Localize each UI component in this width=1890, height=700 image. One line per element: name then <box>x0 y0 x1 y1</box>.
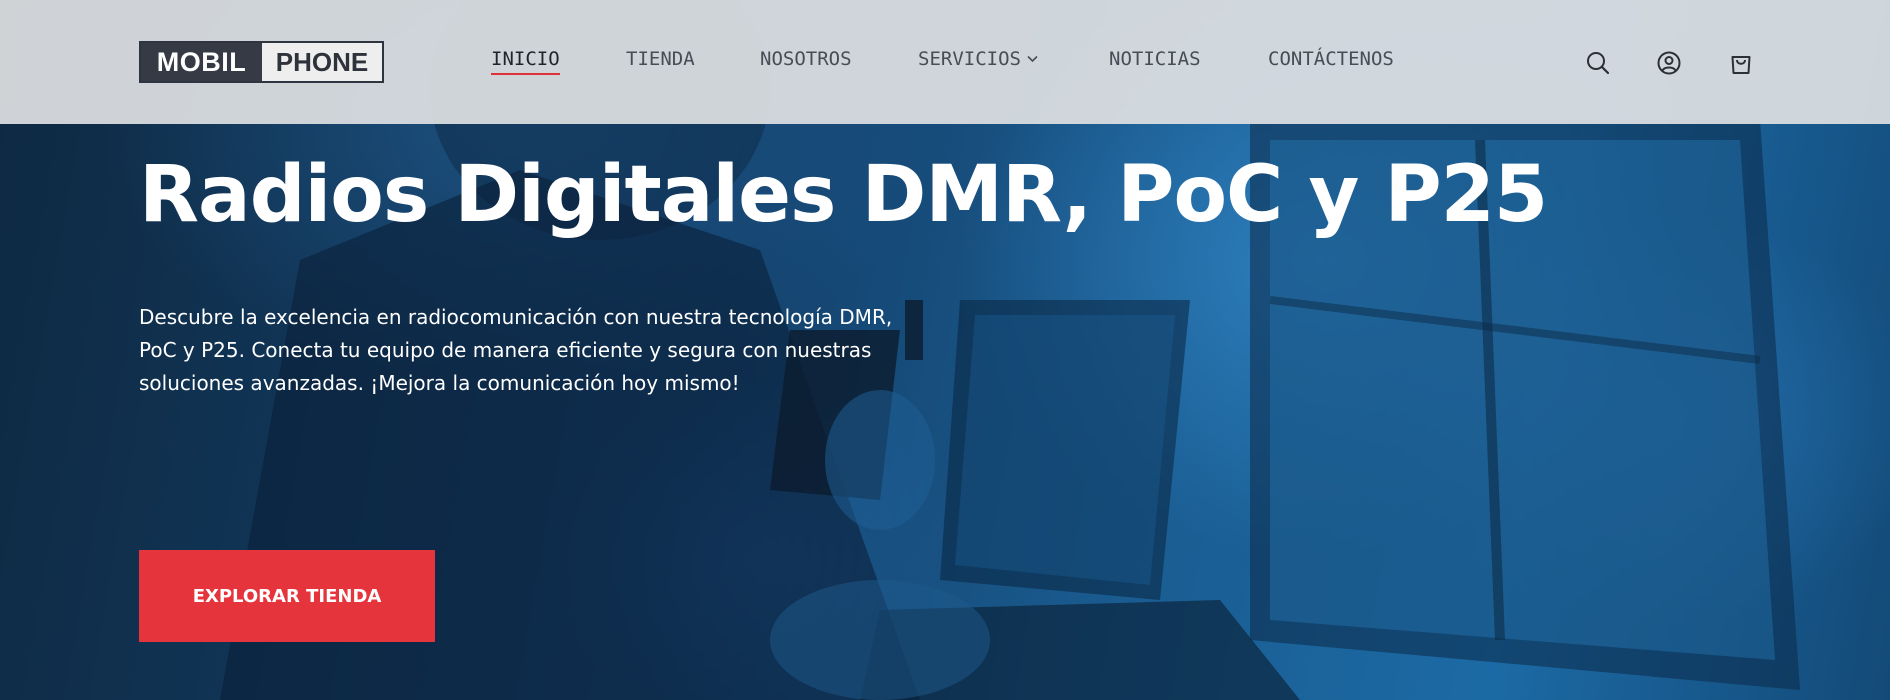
nav-item-noticias[interactable]: NOTICIAS <box>1109 48 1201 70</box>
explore-store-button[interactable]: EXPLORAR TIENDA <box>139 550 435 642</box>
nav-item-nosotros[interactable]: NOSOTROS <box>760 48 852 70</box>
cart-icon[interactable] <box>1728 50 1754 76</box>
nav-item-servicios-label: SERVICIOS <box>918 48 1021 70</box>
account-icon[interactable] <box>1656 50 1682 76</box>
nav-item-tienda[interactable]: TIENDA <box>626 48 695 70</box>
logo-text-right: PHONE <box>262 43 382 81</box>
logo-text-left: MOBIL <box>141 43 262 81</box>
hero-description: Descubre la excelencia en radiocomunicac… <box>139 305 893 395</box>
brand-logo[interactable]: MOBIL PHONE <box>139 41 384 83</box>
chevron-down-icon <box>1027 55 1038 63</box>
nav-item-servicios[interactable]: SERVICIOS <box>918 48 1038 70</box>
site-header: MOBIL PHONE INICIO TIENDA NOSOTROS SERVI… <box>0 0 1890 124</box>
nav-item-inicio[interactable]: INICIO <box>491 48 560 75</box>
nav-item-contactenos[interactable]: CONTÁCTENOS <box>1268 48 1394 70</box>
hero-title: Radios Digitales DMR, PoC y P25 <box>139 150 1548 240</box>
search-icon[interactable] <box>1585 50 1611 76</box>
